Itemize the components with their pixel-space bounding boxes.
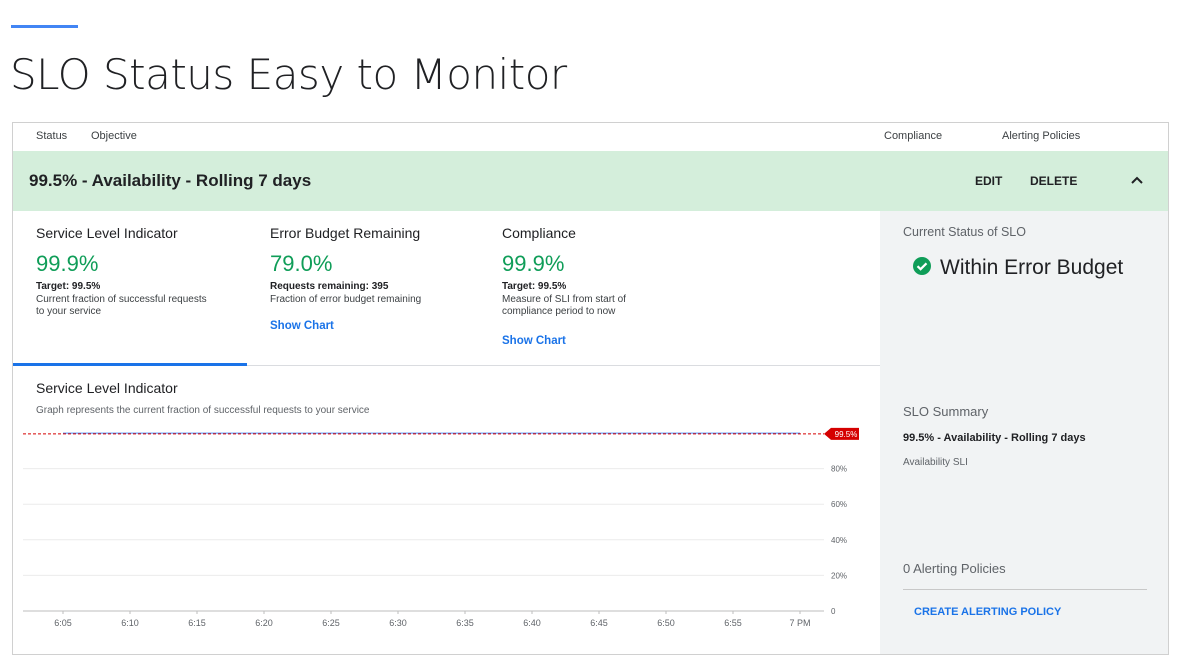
x-tick-label: 6:35 — [456, 618, 474, 628]
y-tick-label: 80% — [831, 465, 847, 474]
delete-button[interactable]: DELETE — [1030, 174, 1077, 188]
metric-value: 99.9% — [36, 251, 99, 276]
metric-target: Requests remaining: 395 — [270, 281, 389, 292]
x-tick-label: 6:25 — [322, 618, 340, 628]
metric-value: 99.9% — [502, 251, 565, 276]
metric-title: Service Level Indicator — [36, 225, 178, 241]
y-tick-label: 60% — [831, 500, 847, 509]
slo-row-header[interactable]: 99.5% - Availability - Rolling 7 days ED… — [13, 151, 1168, 211]
x-tick-label: 6:30 — [389, 618, 407, 628]
x-tick-label: 6:15 — [188, 618, 206, 628]
edit-button[interactable]: EDIT — [975, 174, 1002, 188]
metric-description: Measure of SLI from start of compliance … — [502, 294, 626, 317]
collapse-chevron-icon[interactable] — [1125, 169, 1149, 193]
column-header-objective[interactable]: Objective — [91, 130, 137, 142]
create-alerting-policy-button[interactable]: CREATE ALERTING POLICY — [914, 606, 1061, 618]
y-tick-label: 20% — [831, 571, 847, 580]
sli-chart[interactable]: 0 20% 40% 60% 80% 6:05 6:10 6:15 6:20 6:25 6:30 6:3… — [13, 423, 880, 638]
slo-panel: Status Objective Compliance Alerting Pol… — [12, 122, 1169, 655]
column-headers: Status Objective Compliance Alerting Pol… — [13, 123, 1168, 151]
x-tick-label: 6:55 — [724, 618, 742, 628]
column-header-compliance[interactable]: Compliance — [884, 130, 942, 142]
metric-value: 79.0% — [270, 251, 333, 276]
y-tick-label: 0 — [831, 607, 836, 616]
show-chart-link[interactable]: Show Chart — [270, 320, 334, 332]
x-tick-label: 6:50 — [657, 618, 675, 628]
x-tick-label: 6:40 — [523, 618, 541, 628]
y-tick-label: 40% — [831, 536, 847, 545]
metric-title: Error Budget Remaining — [270, 225, 421, 241]
chart-title: Service Level Indicator — [36, 380, 178, 396]
selected-metric-indicator — [13, 363, 247, 366]
summary-heading: SLO Summary — [903, 404, 989, 419]
check-circle-icon — [913, 257, 931, 275]
slo-status: Within Error Budget — [912, 256, 1123, 280]
slide-title: SLO Status Easy to Monitor — [10, 50, 567, 99]
metrics-row: Service Level Indicator 99.9% Target: 99… — [13, 211, 880, 366]
metric-description: Current fraction of successful requests … — [36, 294, 207, 317]
status-heading: Current Status of SLO — [903, 225, 1026, 239]
column-header-status[interactable]: Status — [36, 130, 67, 142]
column-header-alerting-policies[interactable]: Alerting Policies — [1002, 130, 1080, 142]
chart-subtitle: Graph represents the current fraction of… — [36, 405, 370, 416]
x-tick-label: 6:10 — [121, 618, 139, 628]
target-label: 99.5% — [835, 430, 858, 439]
alerting-divider — [903, 589, 1147, 590]
title-accent-bar — [11, 25, 78, 28]
x-tick-label: 7 PM — [789, 618, 810, 628]
metric-description: Fraction of error budget remaining — [270, 294, 422, 305]
status-text: Within Error Budget — [940, 256, 1124, 279]
alerting-policies-count: 0 Alerting Policies — [903, 561, 1006, 576]
x-tick-label: 6:20 — [255, 618, 273, 628]
show-chart-link[interactable]: Show Chart — [502, 335, 566, 347]
metric-title: Compliance — [502, 225, 576, 241]
summary-slo-name: 99.5% - Availability - Rolling 7 days — [903, 432, 1086, 444]
metric-target: Target: 99.5% — [502, 281, 567, 292]
x-tick-label: 6:05 — [54, 618, 72, 628]
x-tick-label: 6:45 — [590, 618, 608, 628]
metric-target: Target: 99.5% — [36, 281, 101, 292]
slo-side-panel: Current Status of SLO Within Error Budge… — [880, 211, 1168, 654]
summary-sli-type: Availability SLI — [903, 457, 968, 468]
slo-name: 99.5% - Availability - Rolling 7 days — [29, 171, 312, 190]
